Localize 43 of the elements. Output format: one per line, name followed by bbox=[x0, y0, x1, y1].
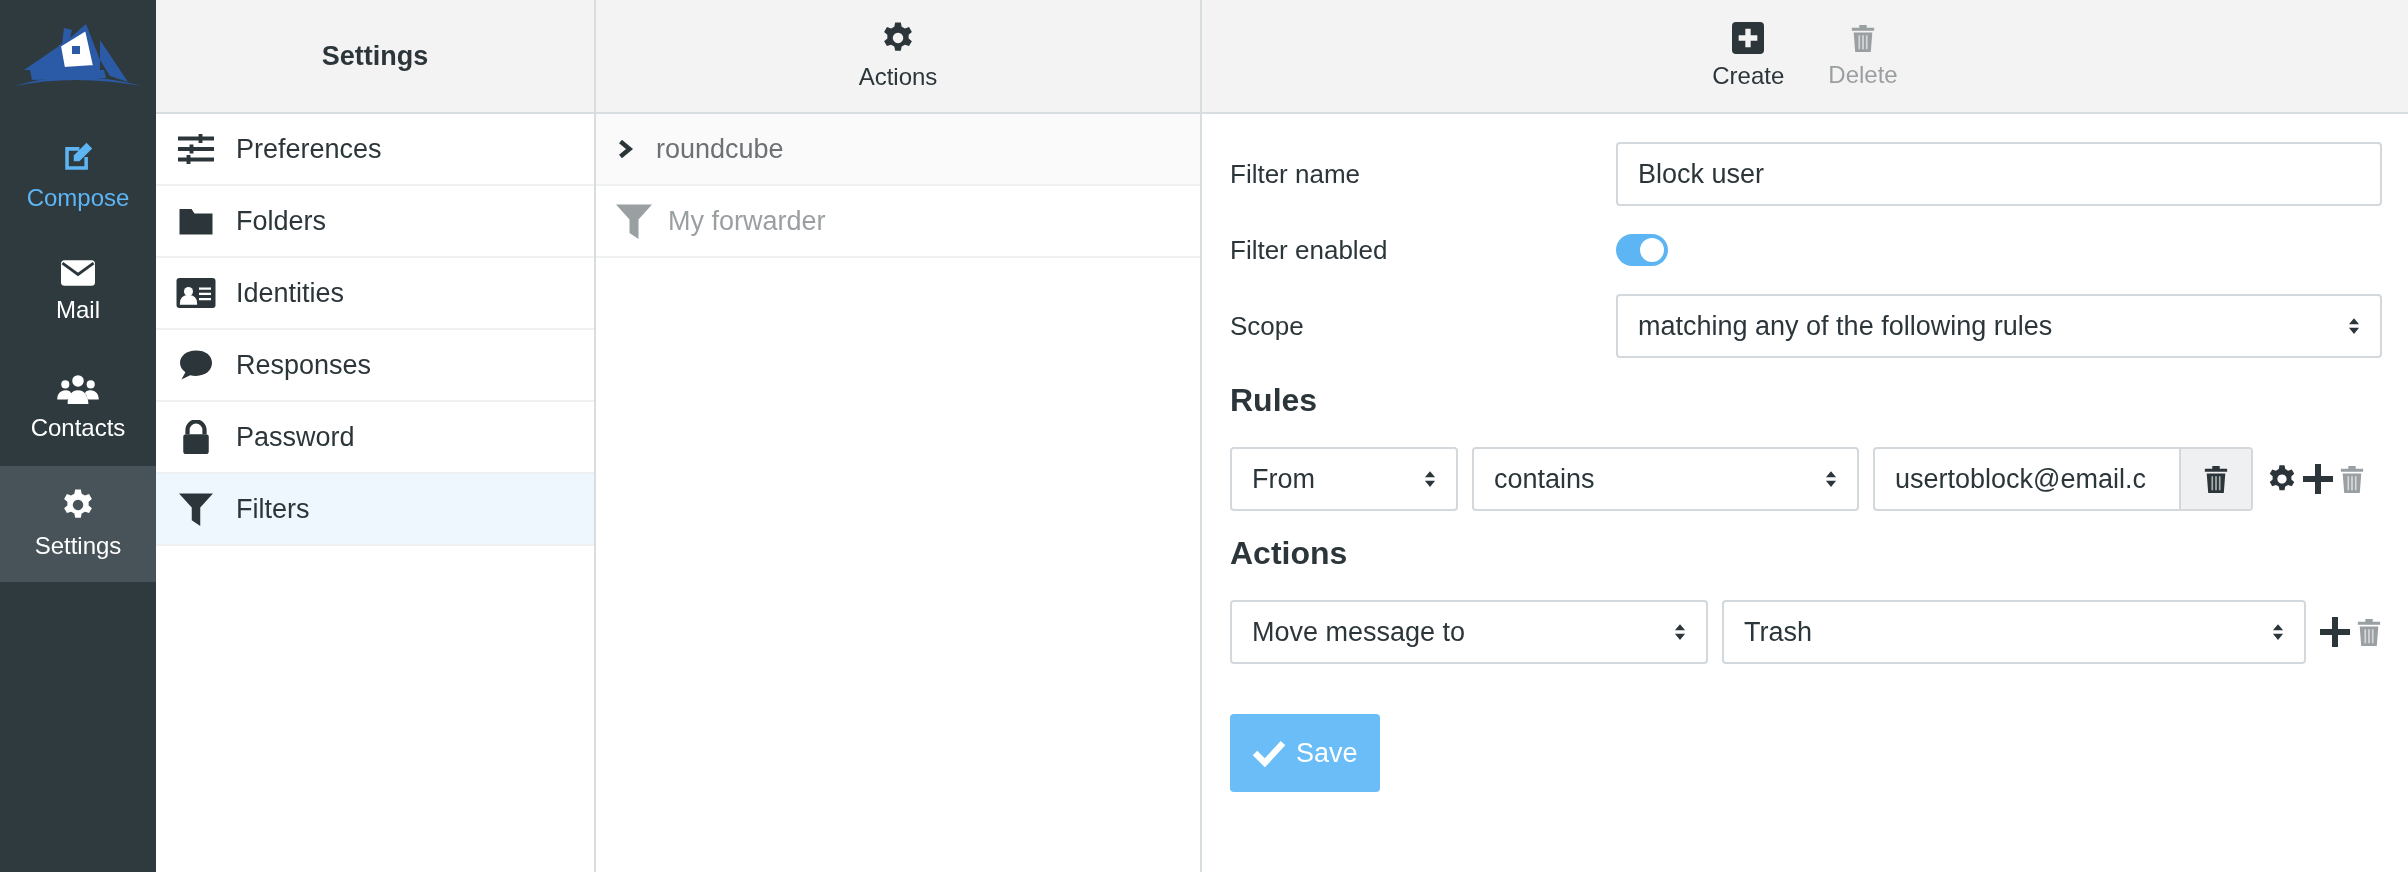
funnel-icon bbox=[176, 492, 216, 526]
section-heading: Actions bbox=[1230, 535, 1349, 572]
filter-set-item[interactable]: roundcube bbox=[596, 114, 1200, 186]
settings-menu-item[interactable]: Preferences bbox=[156, 114, 594, 186]
operator-select[interactable]: contains bbox=[1472, 447, 1859, 511]
settings-menu-item[interactable]: Filters bbox=[156, 474, 594, 546]
nav-item[interactable]: Contacts bbox=[0, 350, 156, 466]
checkmark-icon bbox=[1252, 739, 1286, 767]
select-arrows-icon bbox=[1424, 470, 1436, 488]
filter-name-field[interactable]: Block user bbox=[1616, 142, 2382, 206]
nav-item[interactable]: Settings bbox=[0, 466, 156, 582]
create-button[interactable]: Create bbox=[1700, 22, 1797, 90]
field-label: Filter name bbox=[1230, 158, 1362, 190]
header-select[interactable]: From bbox=[1230, 447, 1458, 511]
scope-select[interactable]: matching any of the following rules bbox=[1616, 294, 2382, 358]
enabled-toggle[interactable] bbox=[1616, 234, 1668, 266]
settings-menu-item[interactable]: Responses bbox=[156, 330, 594, 402]
actions-button[interactable]: Actions bbox=[846, 21, 950, 91]
action-select[interactable]: Move message to bbox=[1230, 600, 1708, 664]
select-arrows-icon bbox=[1825, 470, 1837, 488]
id-card-icon bbox=[176, 278, 216, 308]
target-select[interactable]: Trash bbox=[1722, 600, 2306, 664]
select-arrows-icon bbox=[2272, 623, 2284, 641]
trash-icon[interactable] bbox=[2203, 464, 2229, 494]
settings-title: Settings bbox=[321, 40, 429, 72]
nav-item[interactable]: Mail bbox=[0, 234, 156, 350]
settings-menu-item[interactable]: Identities bbox=[156, 258, 594, 330]
plus-icon[interactable] bbox=[2303, 464, 2333, 494]
delete-value-button[interactable] bbox=[2179, 449, 2251, 509]
nav-item[interactable]: Compose bbox=[0, 118, 156, 234]
section-heading: Rules bbox=[1230, 382, 1319, 419]
field-label: Filter enabled bbox=[1230, 234, 1389, 266]
plus-icon[interactable] bbox=[2320, 617, 2350, 647]
envelope-icon bbox=[61, 260, 95, 286]
settings-menu-item[interactable]: Folders bbox=[156, 186, 594, 258]
people-icon bbox=[57, 374, 99, 404]
funnel-icon bbox=[616, 203, 652, 239]
sliders-icon bbox=[176, 134, 216, 164]
select-arrows-icon bbox=[1674, 623, 1686, 641]
select-arrows-icon bbox=[2348, 317, 2360, 335]
plus-square-icon bbox=[1732, 22, 1765, 54]
rule-value-field[interactable]: usertoblock@email.c bbox=[1873, 447, 2253, 511]
field-label: Scope bbox=[1230, 310, 1305, 342]
